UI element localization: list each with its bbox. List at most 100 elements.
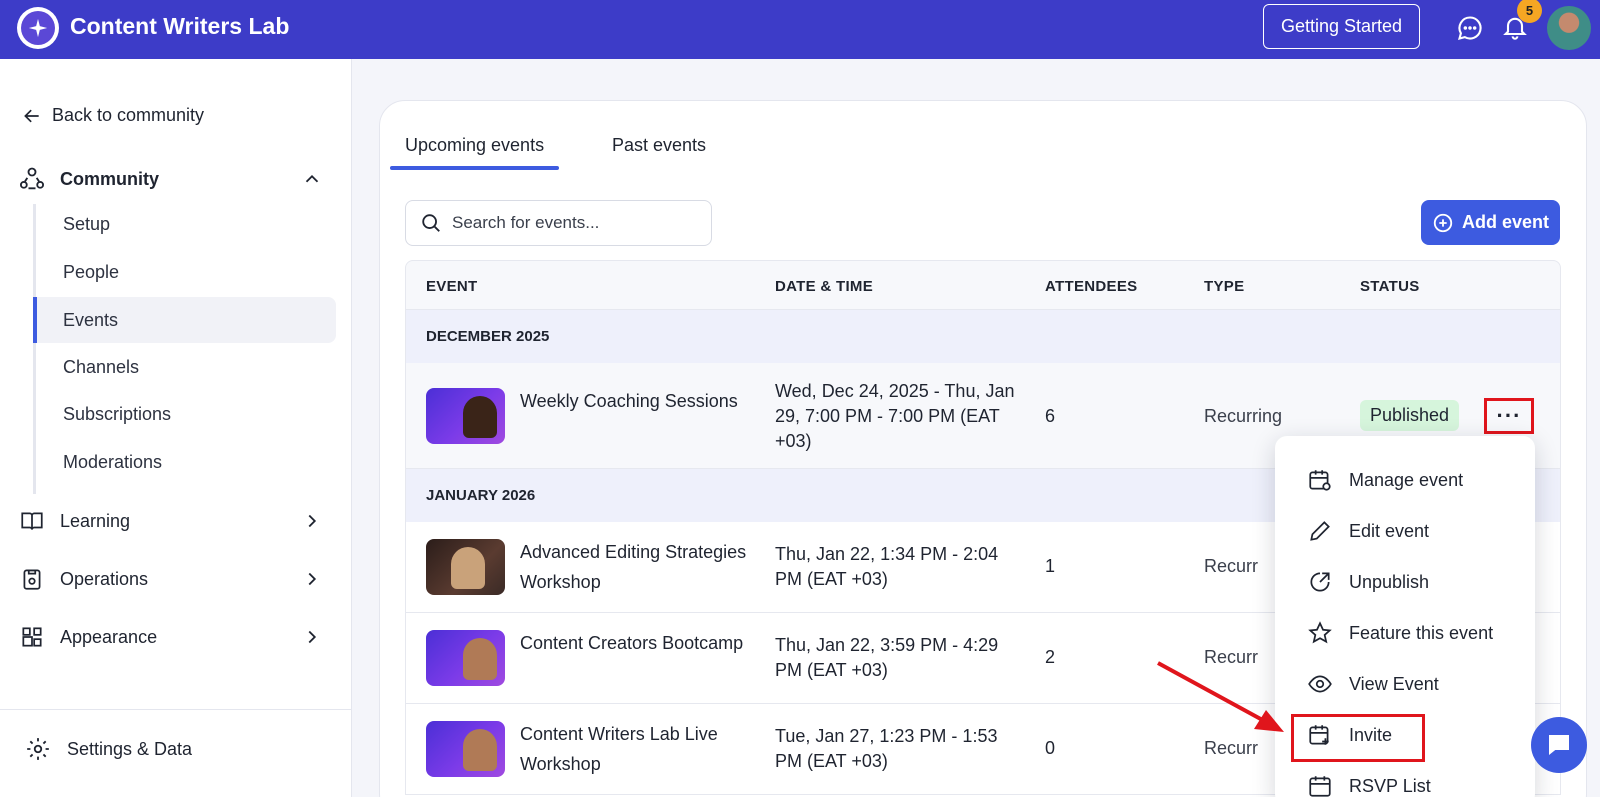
sidebar-item-events[interactable]: Events <box>33 297 336 343</box>
status-badge: Published <box>1360 400 1460 431</box>
menu-label: RSVP List <box>1349 775 1431 796</box>
eye-icon <box>1308 675 1332 693</box>
chevron-right-icon <box>308 630 317 644</box>
group-label: JANUARY 2026 <box>426 487 536 504</box>
event-thumbnail <box>426 721 505 777</box>
chevron-right-icon <box>308 572 317 586</box>
top-bar: Content Writers Lab Getting Started 5 <box>0 0 1600 59</box>
search-input[interactable] <box>452 213 692 233</box>
calendar-plus-icon <box>1309 725 1329 745</box>
menu-item-edit-event[interactable]: Edit event <box>1307 518 1429 544</box>
calendar-gear-icon <box>1309 470 1331 491</box>
host-photo <box>451 547 485 589</box>
menu-label: Feature this event <box>1349 622 1494 643</box>
event-attendees: 0 <box>1045 738 1056 758</box>
event-actions-menu: Manage event Edit event Unpublish Featur… <box>1275 436 1535 797</box>
community-icon <box>19 167 45 190</box>
sidebar-group-community[interactable]: Community <box>18 165 323 193</box>
plus-circle-icon <box>1433 213 1453 232</box>
layout-icon <box>22 627 42 647</box>
event-date: Wed, Dec 24, 2025 - Thu, Jan 29, 7:00 PM… <box>775 381 1015 451</box>
event-name[interactable]: Content Creators Bootcamp <box>520 628 750 658</box>
appearance-label: Appearance <box>60 626 158 647</box>
menu-item-unpublish[interactable]: Unpublish <box>1307 569 1429 595</box>
tab-past-events[interactable]: Past events <box>612 135 706 156</box>
event-thumbnail <box>426 388 505 444</box>
chat-support-button[interactable] <box>1531 717 1587 773</box>
column-header-date: DATE & TIME <box>775 278 874 295</box>
host-photo <box>463 638 497 680</box>
gear-icon <box>27 738 49 760</box>
calendar-icon <box>1309 776 1331 797</box>
more-actions-button[interactable]: ··· <box>1484 398 1534 434</box>
chevron-up-icon <box>305 174 319 183</box>
sidebar-item-moderations[interactable]: Moderations <box>33 439 336 485</box>
event-attendees: 6 <box>1045 406 1056 426</box>
sidebar-item-people[interactable]: People <box>33 249 336 295</box>
avatar[interactable] <box>1547 6 1591 50</box>
sidebar-group-operations[interactable]: Operations <box>18 566 323 592</box>
menu-label: Invite <box>1349 724 1393 745</box>
menu-label: View Event <box>1349 673 1439 694</box>
host-photo <box>463 396 497 438</box>
event-name[interactable]: Content Writers Lab Live Workshop <box>520 719 750 779</box>
sidebar-group-appearance[interactable]: Appearance <box>18 624 323 650</box>
menu-item-manage-event[interactable]: Manage event <box>1307 467 1463 493</box>
community-label: Community <box>60 168 159 189</box>
search-box[interactable] <box>405 200 712 246</box>
event-type: Recurr <box>1204 556 1259 576</box>
chevron-right-icon <box>308 514 317 528</box>
event-date: Tue, Jan 27, 1:23 PM - 1:53 PM (EAT +03) <box>775 726 998 771</box>
menu-item-feature-event[interactable]: Feature this event <box>1307 620 1493 646</box>
settings-label: Settings & Data <box>67 738 193 759</box>
event-name[interactable]: Weekly Coaching Sessions <box>520 386 750 416</box>
column-header-event: EVENT <box>426 278 478 295</box>
settings-link[interactable]: Settings & Data <box>25 736 192 762</box>
sidebar: Back to community Community Setup People… <box>0 59 352 797</box>
event-type: Recurring <box>1204 406 1283 426</box>
pencil-icon <box>1310 521 1330 541</box>
back-label: Back to community <box>52 105 205 125</box>
sidebar-item-subscriptions[interactable]: Subscriptions <box>33 391 336 437</box>
column-header-status: STATUS <box>1360 278 1420 295</box>
add-event-button[interactable]: Add event <box>1421 200 1560 245</box>
sidebar-item-channels[interactable]: Channels <box>33 344 336 390</box>
column-header-type: TYPE <box>1204 278 1245 295</box>
sidebar-footer: Settings & Data <box>0 709 352 797</box>
group-header-december-2025: DECEMBER 2025 <box>405 310 1561 363</box>
event-attendees: 1 <box>1045 556 1056 576</box>
sidebar-item-setup[interactable]: Setup <box>33 201 336 247</box>
star-icon <box>1308 621 1332 644</box>
chat-icon[interactable] <box>1456 14 1484 42</box>
sidebar-group-learning[interactable]: Learning <box>18 508 323 534</box>
chat-bubble-icon <box>1549 735 1569 755</box>
add-event-label: Add event <box>1461 212 1549 232</box>
notification-badge: 5 <box>1517 0 1542 23</box>
event-thumbnail <box>426 630 505 686</box>
event-type: Recurr <box>1204 738 1259 758</box>
menu-item-view-event[interactable]: View Event <box>1307 671 1439 697</box>
event-thumbnail <box>426 539 505 595</box>
event-date: Thu, Jan 22, 1:34 PM - 2:04 PM (EAT +03) <box>775 544 999 589</box>
sparkle-icon <box>21 11 55 45</box>
menu-label: Manage event <box>1349 469 1464 490</box>
annotation-arrow <box>1157 661 1284 732</box>
back-to-community-link[interactable]: Back to community <box>22 105 204 126</box>
event-attendees: 2 <box>1045 647 1056 667</box>
menu-label: Edit event <box>1349 520 1430 541</box>
column-header-attendees: ATTENDEES <box>1045 278 1138 295</box>
app-title: Content Writers Lab <box>70 13 290 39</box>
tab-upcoming-events[interactable]: Upcoming events <box>389 135 560 170</box>
getting-started-button[interactable]: Getting Started <box>1263 4 1420 49</box>
clipboard-icon <box>23 569 41 590</box>
event-date: Thu, Jan 22, 3:59 PM - 4:29 PM (EAT +03) <box>775 635 999 680</box>
host-photo <box>463 729 497 771</box>
menu-item-rsvp-list[interactable]: RSVP List <box>1307 773 1431 797</box>
menu-item-invite[interactable]: Invite <box>1307 722 1392 748</box>
group-label: DECEMBER 2025 <box>426 328 550 345</box>
operations-label: Operations <box>60 568 149 589</box>
book-icon <box>21 512 43 530</box>
unpublish-icon <box>1310 572 1330 592</box>
event-name[interactable]: Advanced Editing Strategies Workshop <box>520 537 750 597</box>
app-logo[interactable] <box>17 7 59 49</box>
